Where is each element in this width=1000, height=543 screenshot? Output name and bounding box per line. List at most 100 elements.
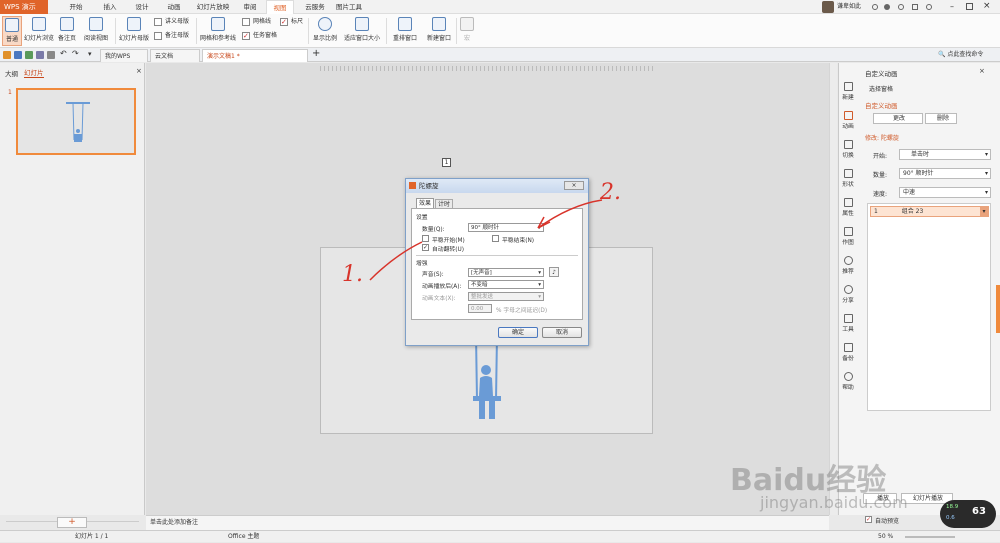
sidebar-item-property[interactable]: 属性	[838, 198, 858, 225]
tab-my-wps[interactable]: 我的WPS	[100, 49, 148, 62]
start-select[interactable]: 单击时 ▾	[899, 149, 991, 160]
network-monitor[interactable]: 18.9 0.6 63	[940, 500, 996, 528]
tab-cloud-docs[interactable]: 云文档	[150, 49, 200, 62]
macro-button[interactable]: 宏	[458, 16, 476, 46]
new-window-button[interactable]: 新建窗口	[424, 16, 454, 46]
open-icon[interactable]	[3, 51, 11, 59]
sidebar-item-tools[interactable]: 工具	[838, 314, 858, 341]
maximize-icon[interactable]	[966, 3, 973, 10]
ruler-checkbox[interactable]: ✓ 标尺	[280, 17, 304, 27]
delete-button[interactable]: 删除	[925, 113, 957, 124]
delay-input[interactable]: 0.00	[468, 304, 492, 313]
notes-area[interactable]: 单击此处添加备注	[146, 515, 829, 530]
minimize-icon[interactable]: –	[950, 2, 954, 11]
format-painter-icon[interactable]	[47, 51, 55, 59]
normal-view-icon	[5, 18, 19, 32]
delay-unit-label: % 字母之间延迟(D)	[496, 308, 548, 314]
fit-window-icon	[355, 17, 369, 31]
display-ratio-button[interactable]: 显示比例	[310, 16, 340, 46]
clock-icon[interactable]	[872, 4, 878, 10]
help-icon[interactable]	[926, 4, 932, 10]
slide-thumbnail[interactable]	[16, 88, 136, 155]
skin-icon[interactable]	[898, 4, 904, 10]
animation-item[interactable]: 1 组合 23 ▾	[870, 206, 989, 217]
sidebar-item-backup[interactable]: 备份	[838, 343, 858, 370]
menu-tab-insert[interactable]: 插入	[96, 0, 124, 14]
select-pane-link[interactable]: 选择窗格	[869, 84, 893, 93]
sidebar-item-recommend[interactable]: 推荐	[838, 256, 858, 283]
menu-tab-slideshow[interactable]: 幻灯片放映	[192, 0, 234, 14]
annotation-2: 2.	[600, 180, 621, 205]
draw-icon	[843, 227, 853, 236]
ribbon-toolbar: 普通 幻灯片浏览 备注页 阅读视图 幻灯片母版 讲义母版 备注母版 网格和参考线…	[0, 14, 1000, 48]
sidebar-item-share[interactable]: 分享	[838, 285, 858, 312]
app-menu-button[interactable]: WPS 演示	[0, 0, 48, 14]
zoom-slider[interactable]	[905, 536, 955, 538]
tab-presentation[interactable]: 演示文稿1 *	[202, 49, 308, 62]
side-tab-handle[interactable]	[996, 285, 1000, 333]
notes-master-icon	[154, 32, 162, 40]
theme-name: Office 主题	[228, 533, 260, 540]
animation-icon	[843, 111, 853, 120]
sidebar-item-draw[interactable]: 作图	[838, 227, 858, 254]
grid-guides-button[interactable]: 网格和参考线	[198, 16, 238, 46]
amount-select[interactable]: 90° 顺时针 ▾	[899, 168, 991, 179]
speed-select[interactable]: 中速 ▾	[899, 187, 991, 198]
auto-preview-checkbox[interactable]: ✓	[865, 516, 872, 523]
slide-browse-button[interactable]: 幻灯片浏览	[24, 16, 54, 46]
slide-master-icon	[127, 17, 141, 31]
menu-tab-home[interactable]: 开始	[62, 0, 90, 14]
animation-order-marker[interactable]: 1	[442, 158, 451, 167]
menu-tab-view[interactable]: 视图	[266, 0, 294, 14]
sidebar-item-transition[interactable]: 切换	[838, 140, 858, 167]
normal-view-button[interactable]: 普通	[2, 16, 22, 46]
fit-window-button[interactable]: 适应窗口大小	[341, 16, 383, 46]
menu-tab-review[interactable]: 审阅	[236, 0, 264, 14]
handout-master-button[interactable]: 讲义母版	[154, 17, 194, 27]
reading-view-button[interactable]: 阅读视图	[80, 16, 112, 46]
menu-tab-picture-tools[interactable]: 图片工具	[332, 0, 366, 14]
add-slide-button[interactable]: +	[57, 517, 87, 528]
save-icon[interactable]	[14, 51, 22, 59]
change-button[interactable]: 更改	[873, 113, 923, 124]
command-search[interactable]: 🔍 点此查找命令	[938, 49, 983, 58]
task-pane-checkbox[interactable]: ✓ 任务窗格	[242, 31, 282, 41]
feedback-icon[interactable]	[912, 4, 918, 10]
redo-icon[interactable]: ↷	[72, 49, 79, 58]
arrange-window-button[interactable]: 重排窗口	[388, 16, 422, 46]
modify-label: 修改: 陀螺旋	[865, 135, 899, 142]
vertical-scrollbar[interactable]	[829, 63, 837, 515]
new-tab-button[interactable]: +	[312, 48, 320, 59]
close-icon[interactable]: ×	[983, 1, 991, 11]
ribbon-divider	[456, 18, 457, 44]
chevron-down-icon[interactable]: ▾	[88, 50, 92, 58]
sidebar-item-animation[interactable]: 动画	[838, 111, 858, 138]
user-name[interactable]: 谦卑如此	[837, 0, 861, 14]
tab-outline[interactable]: 大纲	[5, 68, 18, 78]
gridlines-checkbox[interactable]: 网格线	[242, 17, 276, 27]
notes-page-button[interactable]: 备注页	[56, 16, 78, 46]
undo-icon[interactable]: ↶	[60, 49, 67, 58]
menu-tab-design[interactable]: 设计	[128, 0, 156, 14]
title-bar: WPS 演示 开始 插入 设计 动画 幻灯片放映 审阅 视图 云服务 图片工具 …	[0, 0, 1000, 14]
cancel-button[interactable]: 取消	[542, 327, 582, 338]
menu-tab-cloud[interactable]: 云服务	[300, 0, 330, 14]
slide-master-button[interactable]: 幻灯片母版	[118, 16, 150, 46]
print-icon[interactable]	[25, 51, 33, 59]
close-icon[interactable]: ×	[979, 67, 985, 75]
sidebar-item-help[interactable]: 帮助	[838, 372, 858, 399]
avatar[interactable]	[822, 1, 834, 13]
menu-tab-animation[interactable]: 动画	[160, 0, 188, 14]
close-icon[interactable]: ×	[136, 67, 142, 75]
ok-button[interactable]: 确定	[498, 327, 538, 338]
notes-master-button[interactable]: 备注母版	[154, 31, 194, 41]
preview-icon[interactable]	[36, 51, 44, 59]
settings-icon[interactable]	[884, 4, 890, 10]
zoom-level[interactable]: 50 %	[878, 531, 893, 543]
sidebar-item-shape[interactable]: 形状	[838, 169, 858, 196]
tab-bar: ↶ ↷ ▾ 我的WPS 云文档 演示文稿1 * + 🔍 点此查找命令	[0, 48, 1000, 62]
sidebar-item-new[interactable]: 新建	[838, 82, 858, 109]
tab-slides[interactable]: 幻灯片	[24, 67, 44, 78]
new-icon	[843, 82, 853, 91]
task-pane-header[interactable]: 自定义动画	[865, 68, 898, 78]
